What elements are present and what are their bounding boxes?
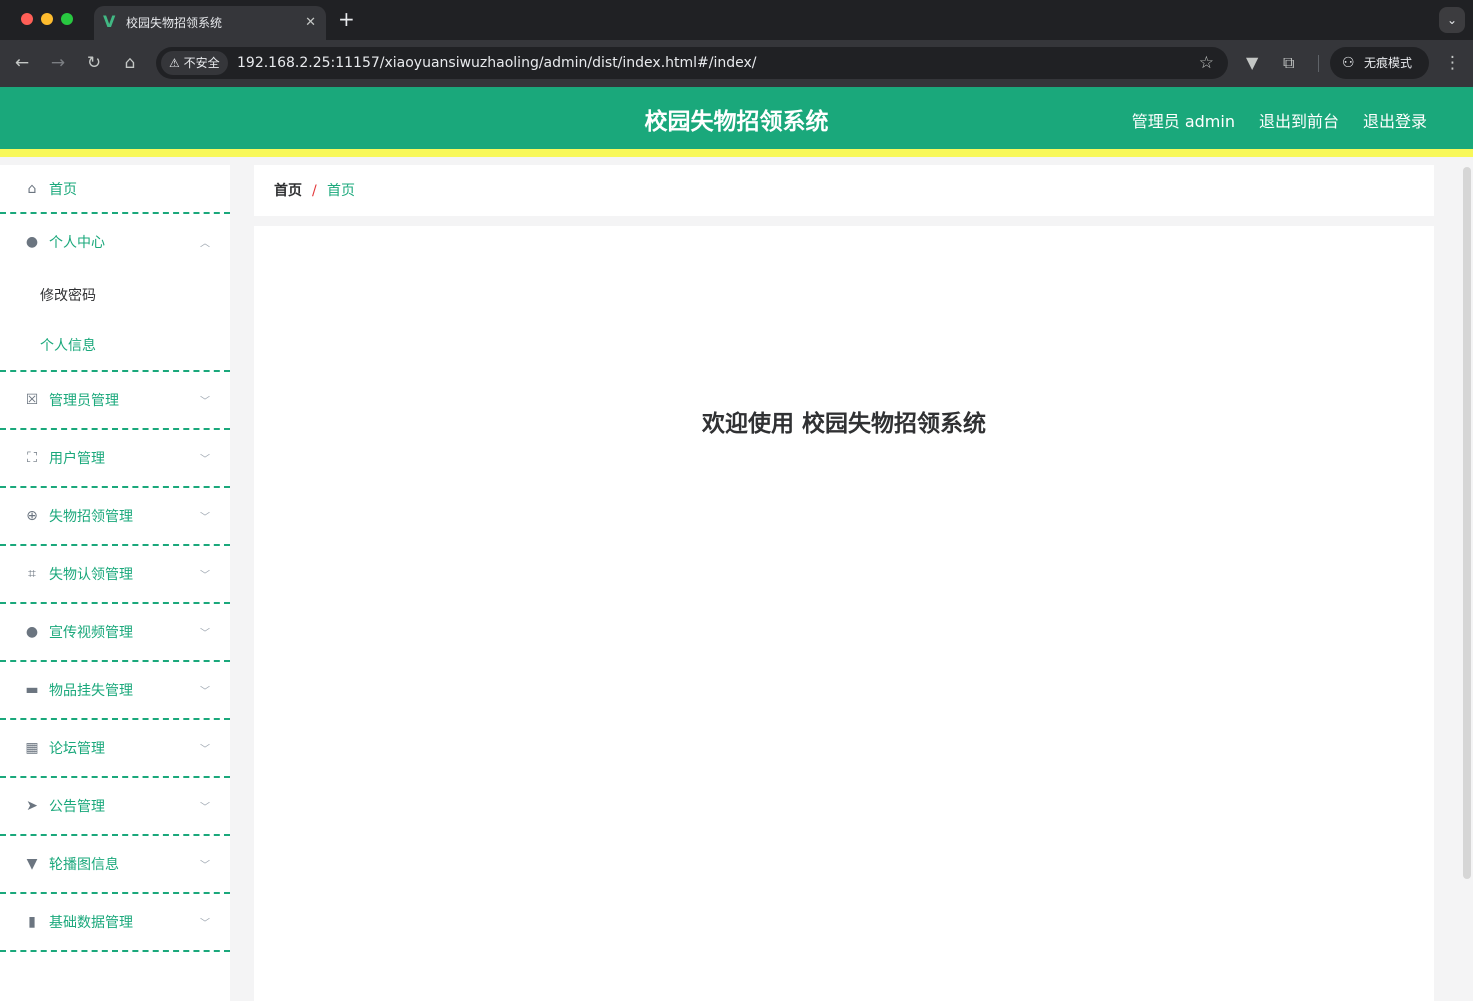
back-arrow-icon[interactable]: ← <box>10 51 34 75</box>
chevron-down-icon: ﹀ <box>200 512 210 524</box>
fullscreen-icon: ⛶ <box>27 450 37 466</box>
sidebar-item-claim-management[interactable]: ⌗ 失物认领管理 ﹀ <box>0 546 230 604</box>
tab-title: 校园失物招领系统 <box>126 16 223 30</box>
sidebar-item-label: 用户管理 <box>49 451 105 467</box>
breadcrumb-separator: / <box>312 183 317 199</box>
incognito-icon: ⚇ <box>1342 55 1355 71</box>
header-links: 管理员 admin 退出到前台 退出登录 <box>1132 87 1427 157</box>
breadcrumb-home[interactable]: 首页 <box>274 181 302 201</box>
incognito-label: 无痕模式 <box>1364 56 1413 70</box>
sidebar-item-label: 宣传视频管理 <box>49 625 133 641</box>
welcome-card: 欢迎使用 校园失物招领系统 <box>254 226 1434 1001</box>
welcome-text: 欢迎使用 校园失物招领系统 <box>701 411 986 437</box>
chevron-down-icon: ﹀ <box>200 570 210 582</box>
sidebar-item-label: 失物认领管理 <box>49 567 133 583</box>
tab-close-icon[interactable]: ✕ <box>305 13 316 33</box>
forward-arrow-icon[interactable]: → <box>46 51 70 75</box>
vue-favicon-icon: V <box>103 12 116 31</box>
incognito-chip[interactable]: ⚇ 无痕模式 <box>1330 47 1429 79</box>
sidebar-item-label: 失物招领管理 <box>49 509 133 525</box>
sidebar-item-notice-management[interactable]: ➤ 公告管理 ﹀ <box>0 778 230 836</box>
send-icon: ➤ <box>26 798 38 814</box>
chevron-up-icon: ︿ <box>200 238 210 250</box>
home-icon: ⌂ <box>27 180 37 197</box>
breadcrumb-current: 首页 <box>327 183 355 199</box>
sidebar-item-basic-data-management[interactable]: ▮ 基础数据管理 ﹀ <box>0 894 230 952</box>
briefcase-icon: ▬ <box>25 682 39 698</box>
vue-devtools-icon[interactable]: ▼ <box>1246 51 1258 75</box>
app-header: 校园失物招领系统 管理员 admin 退出到前台 退出登录 <box>0 87 1473 157</box>
admin-user-label: 管理员 admin <box>1131 112 1235 131</box>
breadcrumb: 首页 / 首页 <box>254 165 1434 216</box>
user-icon: ● <box>25 234 39 250</box>
warning-icon: ⚠ <box>169 56 180 70</box>
sidebar-item-loss-report-management[interactable]: ▬ 物品挂失管理 ﹀ <box>0 662 230 720</box>
security-label: 不安全 <box>183 56 220 70</box>
star-icon[interactable]: ☆ <box>1199 52 1214 74</box>
home-icon[interactable]: ⌂ <box>118 51 142 75</box>
sidebar-item-video-management[interactable]: ● 宣传视频管理 ﹀ <box>0 604 230 662</box>
sidebar: ⌂ 首页 ● 个人中心 ︿ 修改密码 个人信息 ☒ 管理员管理 ﹀ ⛶ 用户管理… <box>0 165 230 1001</box>
url-text[interactable]: 192.168.2.25:11157/xiaoyuansiwuzhaoling/… <box>237 53 757 73</box>
sidebar-item-label: 基础数据管理 <box>49 915 133 931</box>
sidebar-subitem-personal-info[interactable]: 个人信息 <box>0 320 230 370</box>
grid-icon: ▦ <box>25 740 39 756</box>
sidebar-item-label: 首页 <box>49 181 77 198</box>
new-tab-icon[interactable]: + <box>338 8 355 30</box>
sidebar-item-label: 公告管理 <box>49 799 105 815</box>
sidebar-item-forum-management[interactable]: ▦ 论坛管理 ﹀ <box>0 720 230 778</box>
sidebar-subitem-change-password[interactable]: 修改密码 <box>0 270 230 320</box>
sidebar-item-label: 轮播图信息 <box>49 857 119 873</box>
sidebar-item-label: 论坛管理 <box>49 741 105 757</box>
chevron-down-icon: ﹀ <box>200 744 210 756</box>
ticket-icon: ▮ <box>28 914 36 930</box>
browser-tab[interactable]: V 校园失物招领系统 ✕ <box>94 6 326 40</box>
toolbar-divider <box>1318 55 1319 72</box>
sidebar-item-personal-center[interactable]: ● 个人中心 ︿ <box>0 214 230 270</box>
sidebar-item-label: 管理员管理 <box>49 393 119 409</box>
tab-search-chevron-icon[interactable]: ⌄ <box>1439 7 1465 33</box>
brush-icon: ▼ <box>26 856 38 872</box>
chevron-down-icon: ﹀ <box>200 860 210 872</box>
chevron-down-icon: ﹀ <box>200 802 210 814</box>
user-icon: ● <box>25 624 39 640</box>
sidebar-subitem-label: 个人信息 <box>40 338 96 354</box>
chevron-down-icon: ﹀ <box>200 454 210 466</box>
sidebar-group-personal: ● 个人中心 ︿ 修改密码 个人信息 <box>0 214 230 372</box>
sidebar-item-user-management[interactable]: ⛶ 用户管理 ﹀ <box>0 430 230 488</box>
exit-to-frontend-link[interactable]: 退出到前台 <box>1259 87 1339 157</box>
browser-toolbar: ← → ↻ ⌂ ⚠ 不安全 192.168.2.25:11157/xiaoyua… <box>0 40 1473 87</box>
sidebar-item-home[interactable]: ⌂ 首页 <box>0 165 230 214</box>
browser-tabbar: V 校园失物招领系统 ✕ + ⌄ <box>0 0 1473 40</box>
sidebar-subitem-label: 修改密码 <box>40 288 96 304</box>
clipboard-x-icon: ☒ <box>25 392 39 408</box>
reload-icon[interactable]: ↻ <box>82 51 106 75</box>
address-bar[interactable]: ⚠ 不安全 192.168.2.25:11157/xiaoyuansiwuzha… <box>156 47 1228 79</box>
security-chip[interactable]: ⚠ 不安全 <box>161 51 228 75</box>
crosshair-icon: ⊕ <box>26 508 38 524</box>
page-scrollbar[interactable] <box>1463 167 1471 879</box>
sidebar-item-carousel-info[interactable]: ▼ 轮播图信息 ﹀ <box>0 836 230 894</box>
sidebar-item-lost-found-management[interactable]: ⊕ 失物招领管理 ﹀ <box>0 488 230 546</box>
window-minimize-button[interactable] <box>41 13 53 25</box>
app-root: 校园失物招领系统 管理员 admin 退出到前台 退出登录 ⌂ 首页 ● 个人中… <box>0 87 1473 1001</box>
chevron-down-icon: ﹀ <box>200 686 210 698</box>
chevron-down-icon: ﹀ <box>200 628 210 640</box>
puzzle-icon[interactable]: ⧉ <box>1283 51 1294 75</box>
chevron-down-icon: ﹀ <box>200 918 210 930</box>
logout-link[interactable]: 退出登录 <box>1363 87 1427 157</box>
window-close-button[interactable] <box>21 13 33 25</box>
sidebar-item-admin-management[interactable]: ☒ 管理员管理 ﹀ <box>0 372 230 430</box>
sidebar-item-label: 物品挂失管理 <box>49 683 133 699</box>
window-zoom-button[interactable] <box>61 13 73 25</box>
crop-icon: ⌗ <box>28 566 36 582</box>
chevron-down-icon: ﹀ <box>200 396 210 408</box>
kebab-menu-icon[interactable]: ⋮ <box>1444 51 1461 75</box>
sidebar-item-label: 个人中心 <box>49 235 105 251</box>
main-content: 首页 / 首页 欢迎使用 校园失物招领系统 <box>230 165 1473 1001</box>
